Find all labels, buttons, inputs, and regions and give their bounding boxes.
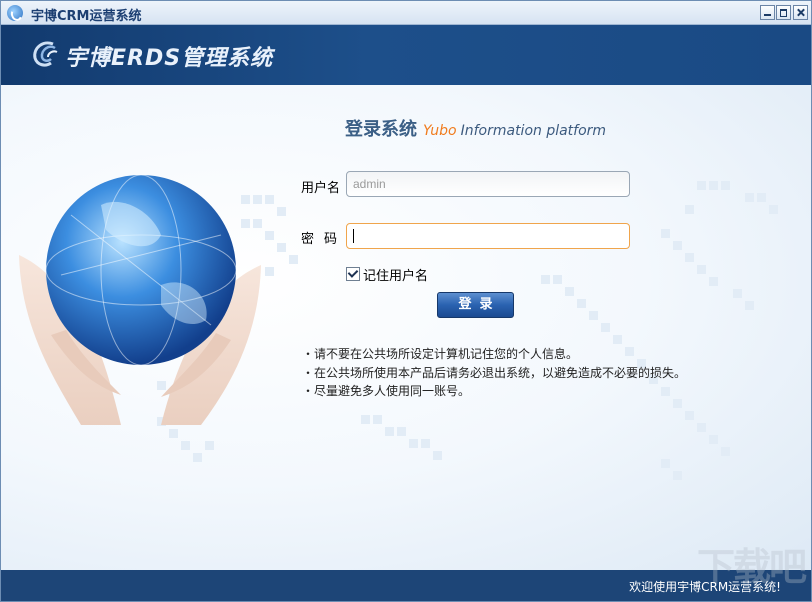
password-label: 密码 xyxy=(301,232,348,247)
close-button[interactable] xyxy=(793,5,808,20)
login-title-cn: 登录系统 xyxy=(345,119,417,140)
notice-item: ・在公共场所使用本产品后请务必退出系统，以避免造成不必要的损失。 xyxy=(302,365,687,380)
login-heading: 登录系统 Yubo Information platform xyxy=(345,115,606,141)
notice-item: ・尽量避免多人使用同一账号。 xyxy=(302,384,471,398)
password-input[interactable] xyxy=(346,223,630,249)
login-title-brand: Yubo xyxy=(423,123,457,139)
remember-username[interactable]: 记住用户名 xyxy=(346,265,428,284)
title-bar[interactable]: 宇博CRM运营系统 xyxy=(1,1,811,25)
remember-checkbox[interactable] xyxy=(346,267,360,281)
login-panel: 登录系统 Yubo Information platform 用户名 admin 密… xyxy=(1,85,811,570)
app-window: 宇博CRM运营系统 宇博ERDS管理系统 登录系统 Yubo Informati… xyxy=(0,0,812,602)
logo-text: 宇博ERDS管理系统 xyxy=(65,46,274,71)
window-title: 宇博CRM运营系统 xyxy=(31,9,142,24)
notice-list: ・请不要在公共场所设定计算机记住您的个人信息。 ・在公共场所使用本产品后请务必退… xyxy=(302,345,686,401)
globe-in-hands-image xyxy=(19,174,261,425)
app-logo-icon xyxy=(7,5,23,21)
notice-item: ・请不要在公共场所设定计算机记住您的个人信息。 xyxy=(302,347,579,361)
remember-label: 记住用户名 xyxy=(363,269,429,284)
swirl-logo-icon xyxy=(33,41,58,67)
username-input[interactable]: admin xyxy=(346,171,630,197)
header-banner: 宇博ERDS管理系统 xyxy=(1,25,811,85)
login-button[interactable]: 登录 xyxy=(437,292,514,318)
status-bar: 下载吧 欢迎使用宇博CRM运营系统! xyxy=(1,545,811,601)
minimize-button[interactable] xyxy=(760,5,775,20)
maximize-button[interactable] xyxy=(776,5,791,20)
login-title-en: Information platform xyxy=(460,123,607,139)
welcome-text: 欢迎使用宇博CRM运营系统! xyxy=(629,580,781,594)
username-label: 用户名 xyxy=(301,181,341,196)
text-caret xyxy=(353,229,354,243)
